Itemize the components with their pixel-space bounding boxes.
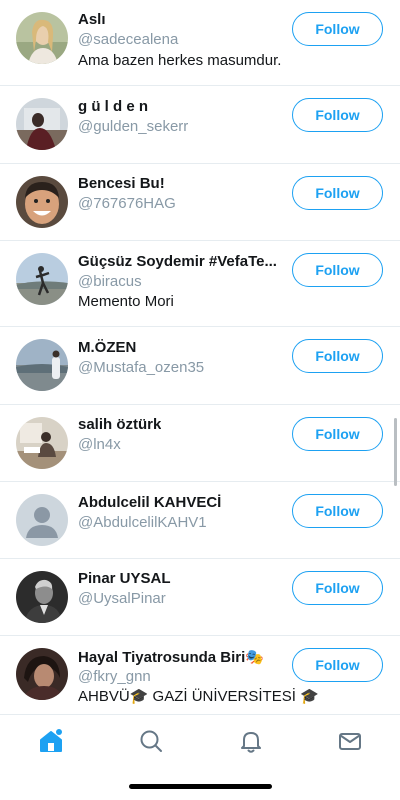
- list-item[interactable]: Hayal Tiyatrosunda Biri🎭 @fkry_gnn AHBVÜ…: [0, 636, 400, 714]
- follow-button[interactable]: Follow: [292, 176, 383, 210]
- user-name: Aslı: [78, 11, 106, 28]
- user-name: Abdulcelil KAHVECİ: [78, 494, 222, 511]
- list-item[interactable]: Güçsüz Soydemir #VefaTe... @biracus Meme…: [0, 241, 400, 327]
- follow-button[interactable]: Follow: [292, 253, 383, 287]
- user-name: salih öztürk: [78, 416, 162, 433]
- user-name: Güçsüz Soydemir #VefaTe...: [78, 253, 277, 270]
- avatar[interactable]: [16, 176, 68, 228]
- follow-button[interactable]: Follow: [292, 417, 383, 451]
- tab-home[interactable]: [37, 727, 65, 755]
- follow-button[interactable]: Follow: [292, 339, 383, 373]
- list-item[interactable]: M.ÖZEN @Mustafa_ozen35 Follow: [0, 327, 400, 405]
- scrollbar[interactable]: [394, 418, 397, 486]
- user-name: Pinar UYSAL: [78, 570, 171, 587]
- mail-icon: [339, 733, 361, 750]
- user-handle: @fkry_gnn: [78, 668, 151, 685]
- avatar[interactable]: [16, 98, 68, 150]
- user-handle: @gulden_sekerr: [78, 118, 189, 135]
- user-handle: @Mustafa_ozen35: [78, 359, 205, 376]
- search-icon: [140, 730, 162, 752]
- home-indicator[interactable]: [129, 784, 272, 789]
- user-name: Hayal Tiyatrosunda Biri🎭: [78, 649, 264, 666]
- avatar[interactable]: [16, 417, 68, 469]
- tab-notifications[interactable]: [237, 727, 265, 755]
- user-bio: AHBVÜ🎓 GAZİ ÜNİVERSİTESİ 🎓: [78, 688, 319, 705]
- user-handle: @767676HAG: [78, 195, 176, 212]
- list-item[interactable]: Aslı @sadecealena Ama bazen herkes masum…: [0, 0, 400, 86]
- follow-button[interactable]: Follow: [292, 494, 383, 528]
- follow-button[interactable]: Follow: [292, 12, 383, 46]
- user-name: M.ÖZEN: [78, 339, 137, 356]
- user-handle: @AbdulcelilKAHV1: [78, 514, 207, 531]
- user-handle: @ln4x: [78, 436, 121, 453]
- user-handle: @biracus: [78, 273, 142, 290]
- home-icon: [40, 729, 62, 752]
- list-item[interactable]: salih öztürk @ln4x Follow: [0, 405, 400, 482]
- list-item[interactable]: Abdulcelil KAHVECİ @AbdulcelilKAHV1 Foll…: [0, 482, 400, 559]
- list-item[interactable]: g ü l d e n @gulden_sekerr Follow: [0, 86, 400, 164]
- list-item[interactable]: Pinar UYSAL @UysalPinar Follow: [0, 559, 400, 636]
- user-handle: @UysalPinar: [78, 590, 166, 607]
- avatar[interactable]: [16, 648, 68, 700]
- avatar[interactable]: [16, 253, 68, 305]
- avatar[interactable]: [16, 12, 68, 64]
- user-bio: Ama bazen herkes masumdur.: [78, 52, 282, 69]
- user-name: Bencesi Bu!: [78, 175, 165, 192]
- follow-button[interactable]: Follow: [292, 648, 383, 682]
- user-bio: Memento Mori: [78, 293, 174, 310]
- tab-search[interactable]: [137, 727, 165, 755]
- follow-button[interactable]: Follow: [292, 571, 383, 605]
- list-item[interactable]: Bencesi Bu! @767676HAG Follow: [0, 164, 400, 241]
- user-handle: @sadecealena: [78, 31, 179, 48]
- avatar[interactable]: [16, 494, 68, 546]
- bell-icon: [241, 732, 261, 753]
- user-name: g ü l d e n: [78, 98, 148, 115]
- avatar[interactable]: [16, 339, 68, 391]
- tab-messages[interactable]: [336, 727, 364, 755]
- avatar[interactable]: [16, 571, 68, 623]
- follow-button[interactable]: Follow: [292, 98, 383, 132]
